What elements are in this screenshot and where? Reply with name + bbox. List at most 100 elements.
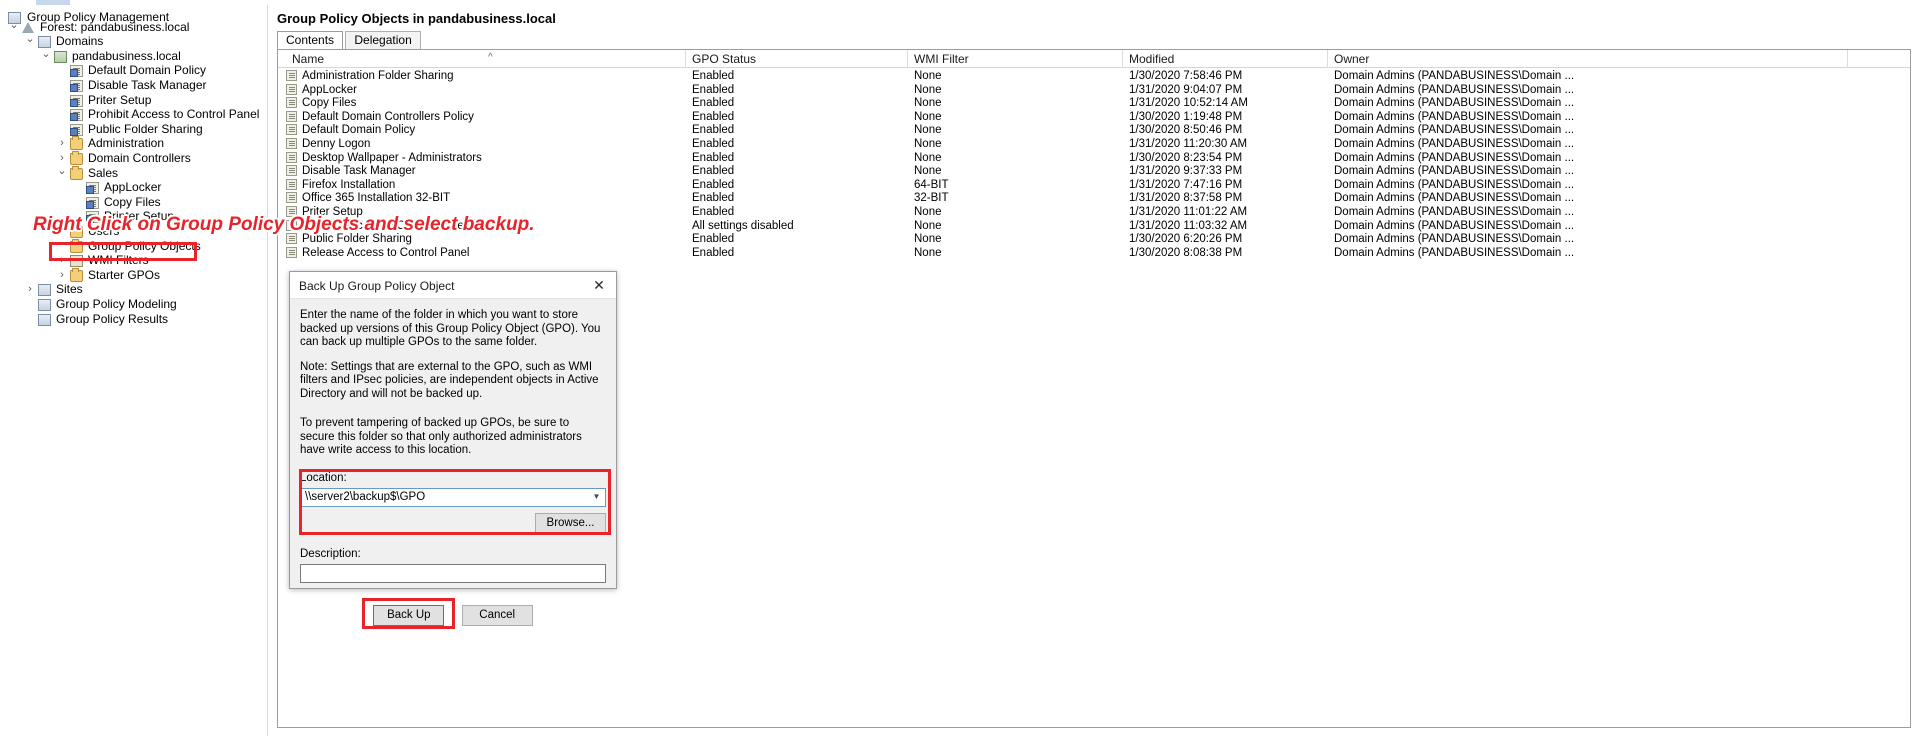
dialog-paragraph-1: Enter the name of the folder in which yo… bbox=[300, 309, 601, 348]
wmi-icon bbox=[70, 253, 86, 268]
chevron-down-icon[interactable]: ⌄ bbox=[8, 19, 20, 35]
gpo-icon bbox=[70, 122, 86, 137]
table-row[interactable]: Office 365 Installation 32-BIT Enabled 32-… bbox=[278, 191, 1910, 205]
gpo-icon bbox=[286, 151, 297, 163]
cell-gpo-status: Enabled bbox=[692, 83, 735, 96]
gpo-container-icon bbox=[70, 238, 86, 254]
chevron-right-icon[interactable]: › bbox=[56, 253, 68, 268]
column-header-wmi-filter[interactable]: WMI Filter bbox=[908, 50, 1123, 68]
console-tree-pane[interactable]: Group Policy Management ⌄ Forest: pandabu… bbox=[0, 5, 268, 736]
location-combobox[interactable]: \\server2\backup$\GPO ▼ bbox=[300, 487, 606, 507]
domain-icon bbox=[54, 49, 70, 64]
tab-contents[interactable]: Contents bbox=[277, 31, 344, 49]
table-row[interactable]: Release Access to Control Panel Enabled No… bbox=[278, 246, 1910, 260]
tree-item-label: Domain Controllers bbox=[88, 151, 191, 165]
tree-item-label: Public Folder Sharing bbox=[88, 121, 203, 136]
tab-strip[interactable]: Contents Delegation bbox=[277, 31, 421, 49]
results-icon bbox=[38, 312, 54, 327]
domains-icon bbox=[38, 34, 54, 49]
chevron-right-icon[interactable]: › bbox=[56, 136, 68, 151]
cell-wmi-filter: None bbox=[914, 97, 942, 110]
cell-gpo-status: Enabled bbox=[692, 165, 735, 178]
gpo-icon bbox=[286, 83, 297, 95]
gpo-locked-icon bbox=[86, 180, 102, 195]
console-tree[interactable]: Group Policy Management ⌄ Forest: pandabu… bbox=[0, 5, 267, 326]
column-header-owner[interactable]: Owner bbox=[1328, 50, 1848, 68]
cell-name: Firefox Installation bbox=[286, 178, 686, 192]
cell-name-text: Default Domain Controllers Policy bbox=[302, 110, 474, 123]
dialog-body: Enter the name of the folder in which yo… bbox=[290, 299, 616, 629]
description-label: Description: bbox=[300, 547, 361, 560]
cell-owner: Domain Admins (PANDABUSINESS\Domain ... bbox=[1334, 83, 1575, 96]
tree-item-label: Disable Task Manager bbox=[88, 78, 207, 92]
table-row[interactable]: Disable Task Manager Enabled None 1/31/2020… bbox=[278, 164, 1910, 178]
column-header-name[interactable]: Name bbox=[286, 50, 686, 68]
cell-gpo-status: Enabled bbox=[692, 178, 735, 191]
modeling-icon bbox=[38, 297, 54, 312]
cell-gpo-status: Enabled bbox=[692, 151, 735, 164]
backup-button[interactable]: Back Up bbox=[373, 604, 445, 626]
cell-name-text: Firefox Installation bbox=[302, 178, 396, 191]
table-row[interactable]: Denny Logon Enabled None 1/31/2020 11:20:30… bbox=[278, 137, 1910, 151]
table-row[interactable]: Administration Folder Sharing Enabled None… bbox=[278, 69, 1910, 83]
cell-wmi-filter: None bbox=[914, 124, 942, 137]
chevron-down-icon[interactable]: ⌄ bbox=[24, 34, 36, 49]
cell-name: Office 365 Installation 32-BIT bbox=[286, 191, 686, 205]
browse-button[interactable]: Browse... bbox=[535, 512, 606, 534]
backup-gpo-dialog[interactable]: Back Up Group Policy Object ✕ Enter the … bbox=[289, 271, 617, 629]
chevron-down-icon[interactable]: ⌄ bbox=[56, 165, 68, 181]
sort-ascending-icon: ^ bbox=[488, 52, 493, 63]
cell-wmi-filter: None bbox=[914, 151, 942, 164]
gpo-icon bbox=[286, 192, 297, 204]
gpo-icon bbox=[286, 97, 297, 109]
gpo-icon bbox=[70, 93, 86, 108]
cell-modified: 1/31/2020 11:01:22 AM bbox=[1129, 206, 1248, 218]
chevron-down-icon[interactable]: ▼ bbox=[588, 488, 605, 506]
tree-item-label: pandabusiness.local bbox=[72, 48, 181, 63]
chevron-down-icon[interactable]: ⌄ bbox=[40, 48, 52, 64]
cell-name: Desktop Wallpaper - Administrators bbox=[286, 151, 686, 165]
cell-gpo-status: Enabled bbox=[692, 138, 735, 150]
location-label: Location: bbox=[300, 471, 347, 484]
cell-name: Administration Folder Sharing bbox=[286, 69, 686, 83]
tree-item-label: Starter GPOs bbox=[88, 267, 161, 282]
cell-owner: Domain Admins (PANDABUSINESS\Domain ... bbox=[1334, 97, 1575, 110]
cell-name-text: AppLocker bbox=[302, 83, 357, 96]
cell-modified: 1/30/2020 8:08:38 PM bbox=[1129, 246, 1243, 259]
cell-name: Default Domain Policy bbox=[286, 123, 686, 137]
table-row[interactable]: Firefox Installation Enabled 64-BIT 1/31/20… bbox=[278, 178, 1910, 192]
cell-gpo-status: Enabled bbox=[692, 70, 735, 82]
cell-owner: Domain Admins (PANDABUSINESS\Domain ... bbox=[1334, 178, 1575, 191]
cell-name: Denny Logon bbox=[286, 137, 686, 151]
cell-wmi-filter: None bbox=[914, 206, 942, 218]
cell-modified: 1/31/2020 8:37:58 PM bbox=[1129, 192, 1243, 205]
column-header-modified[interactable]: Modified bbox=[1123, 50, 1328, 68]
gpo-icon bbox=[286, 246, 297, 258]
tab-delegation[interactable]: Delegation bbox=[345, 31, 421, 49]
page-title: Group Policy Objects in pandabusiness.lo… bbox=[277, 11, 556, 26]
cell-wmi-filter: None bbox=[914, 233, 942, 246]
grid-header-row[interactable]: Name GPO Status WMI Filter Modified Owner ^ bbox=[278, 50, 1910, 68]
table-row[interactable]: Default Domain Policy Enabled None 1/30/202… bbox=[278, 123, 1910, 137]
cell-name: Copy Files bbox=[286, 96, 686, 110]
cell-name-text: Desktop Wallpaper - Administrators bbox=[302, 151, 482, 164]
cell-wmi-filter: None bbox=[914, 83, 942, 96]
table-row[interactable]: Copy Files Enabled None 1/31/2020 10:52:14 … bbox=[278, 96, 1910, 110]
table-row[interactable]: Default Domain Controllers Policy Enabled… bbox=[278, 110, 1910, 124]
cell-owner: Domain Admins (PANDABUSINESS\Domain ... bbox=[1334, 138, 1575, 150]
cell-owner: Domain Admins (PANDABUSINESS\Domain ... bbox=[1334, 219, 1575, 232]
chevron-right-icon[interactable]: › bbox=[56, 268, 68, 283]
gpo-icon bbox=[70, 63, 86, 78]
starter-gpo-icon bbox=[70, 267, 86, 283]
description-input[interactable] bbox=[300, 563, 606, 583]
cell-wmi-filter: None bbox=[914, 138, 942, 150]
chevron-right-icon[interactable]: › bbox=[24, 282, 36, 297]
table-row[interactable]: AppLocker Enabled None 1/31/2020 9:04:07 PM… bbox=[278, 83, 1910, 97]
cancel-button[interactable]: Cancel bbox=[461, 604, 533, 626]
sites-icon bbox=[38, 282, 54, 297]
column-header-gpo-status[interactable]: GPO Status bbox=[686, 50, 908, 68]
chevron-right-icon[interactable]: › bbox=[56, 151, 68, 166]
table-row[interactable]: Desktop Wallpaper - Administrators Enable… bbox=[278, 151, 1910, 165]
dialog-title-bar: Back Up Group Policy Object ✕ bbox=[290, 272, 616, 299]
close-icon[interactable]: ✕ bbox=[582, 272, 616, 298]
